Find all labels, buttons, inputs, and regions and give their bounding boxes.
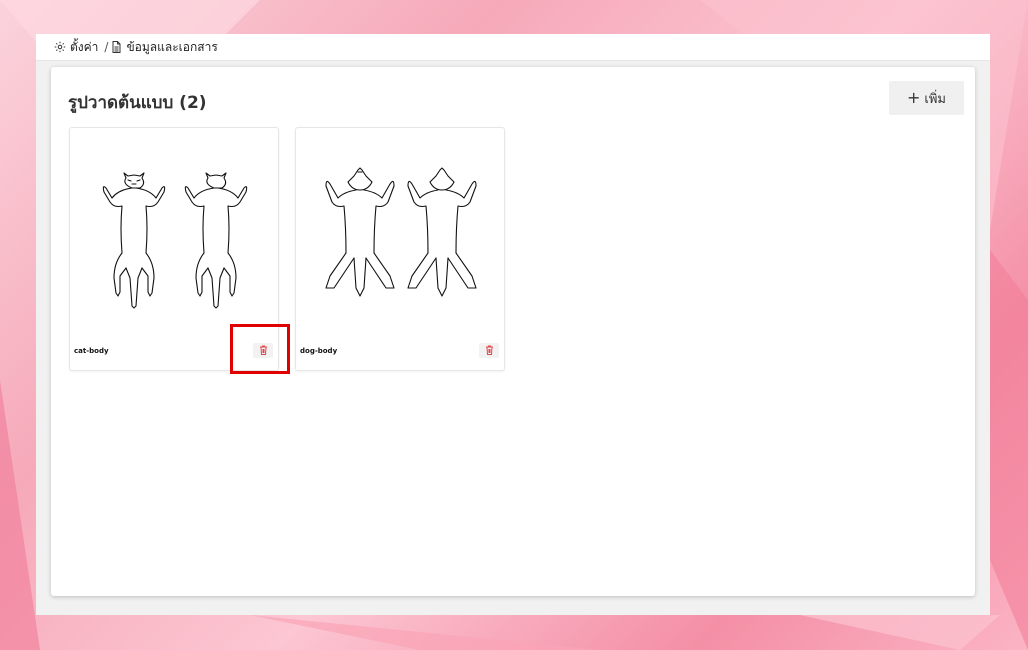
breadcrumb-settings[interactable]: ตั้งค่า xyxy=(54,38,98,57)
card-name: dog-body xyxy=(300,347,338,355)
plus-icon: + xyxy=(907,88,921,107)
delete-button[interactable] xyxy=(479,343,499,358)
trash-icon xyxy=(485,343,494,358)
breadcrumb-page-label: ข้อมูลและเอกสาร xyxy=(126,39,218,54)
breadcrumb: ตั้งค่า / ข้อมูลและเอกสาร xyxy=(36,34,990,61)
app-window: ตั้งค่า / ข้อมูลและเอกสาร รูปวาดต้นแบบ (… xyxy=(36,34,990,615)
card-name: cat-body xyxy=(74,347,109,355)
templates-panel: รูปวาดต้นแบบ (2) + เพิ่ม cat-body dog-bo… xyxy=(51,67,975,596)
breadcrumb-page: ข้อมูลและเอกสาร xyxy=(111,38,218,57)
add-button-label: เพิ่ม xyxy=(924,91,946,107)
highlight-box xyxy=(230,324,290,374)
breadcrumb-settings-label: ตั้งค่า xyxy=(70,39,99,54)
document-icon xyxy=(111,41,122,53)
template-card[interactable]: dog-body xyxy=(295,127,505,371)
breadcrumb-separator: / xyxy=(104,40,109,54)
dog-body-image xyxy=(296,128,504,333)
cat-body-image xyxy=(70,128,278,333)
gear-icon xyxy=(54,41,66,53)
add-button[interactable]: + เพิ่ม xyxy=(889,81,964,115)
page-title: รูปวาดต้นแบบ (2) xyxy=(68,93,207,113)
